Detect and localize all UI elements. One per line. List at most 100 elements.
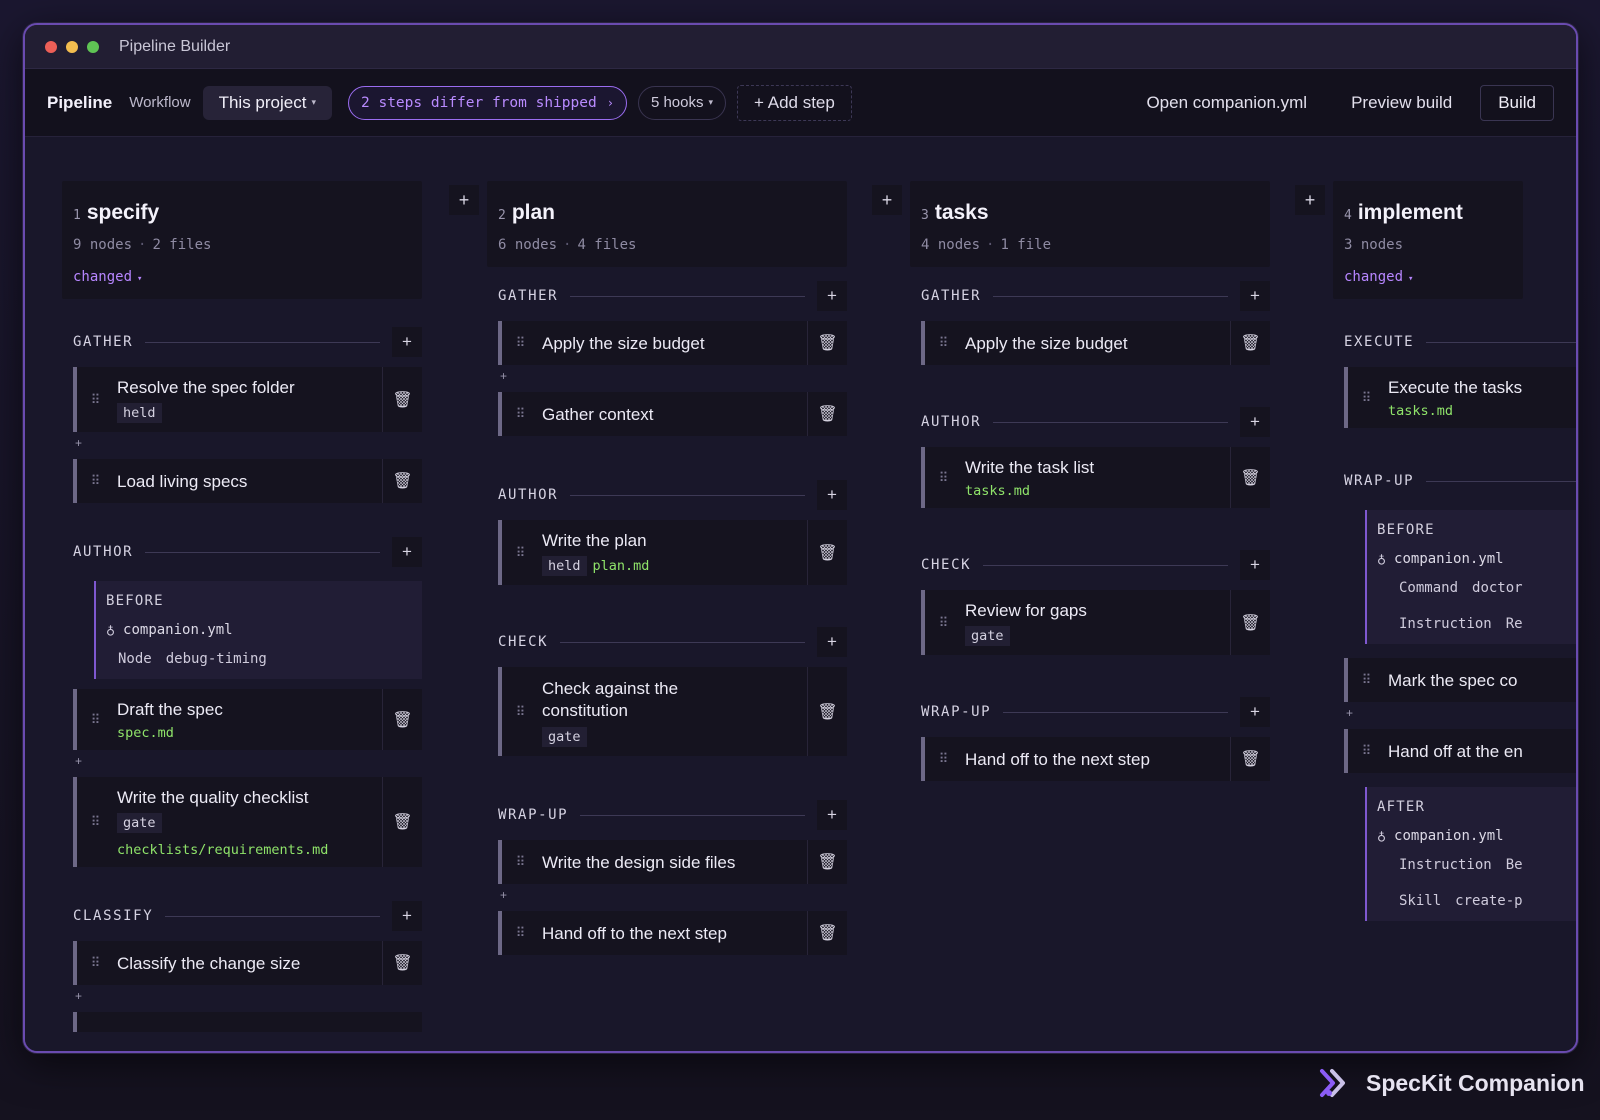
drag-handle-icon[interactable]: ⠿: [502, 335, 538, 351]
add-node-button[interactable]: +: [1240, 281, 1270, 311]
open-companion-button[interactable]: Open companion.yml: [1146, 93, 1307, 113]
node-title: Hand off at the en: [1388, 742, 1523, 761]
node-card[interactable]: ⠿ Gather context 🗑: [498, 392, 847, 436]
drag-handle-icon[interactable]: ⠿: [77, 712, 113, 728]
scope-select[interactable]: This project ▾: [202, 85, 332, 120]
node-card[interactable]: ⠿ Load living specs 🗑: [73, 459, 422, 503]
trash-icon[interactable]: 🗑: [807, 392, 847, 436]
node-title: Resolve the spec folder: [117, 378, 295, 397]
node-card[interactable]: ⠿ Review for gaps gate 🗑: [921, 590, 1270, 655]
hook-before[interactable]: BEFORE ♁ companion.yml Command doctor Inst…: [1365, 510, 1576, 644]
node-card[interactable]: ⠿ Resolve the spec folder held 🗑: [73, 367, 422, 432]
node-card[interactable]: ⠿ Hand off to the next step 🗑: [921, 737, 1270, 781]
trash-icon[interactable]: 🗑: [1230, 447, 1270, 508]
preview-build-button[interactable]: Preview build: [1351, 93, 1452, 113]
trash-icon[interactable]: 🗑: [807, 520, 847, 585]
add-node-button[interactable]: +: [392, 901, 422, 931]
step-number: 1: [73, 208, 81, 223]
step-header[interactable]: 2 plan 6 nodes · 4 files: [487, 181, 847, 267]
changed-badge[interactable]: changed ▾: [1344, 269, 1512, 285]
add-node-button[interactable]: +: [1240, 550, 1270, 580]
drag-handle-icon[interactable]: ⠿: [925, 335, 961, 351]
node-card[interactable]: ⠿ Hand off at the en: [1344, 729, 1576, 773]
build-button[interactable]: Build: [1480, 84, 1554, 121]
hook-before[interactable]: BEFORE ♁ companion.yml Node debug-timing: [94, 581, 422, 679]
trash-icon[interactable]: 🗑: [1230, 590, 1270, 655]
node-card[interactable]: ⠿ Write the design side files 🗑: [498, 840, 847, 884]
node-card[interactable]: ⠿ Apply the size budget 🗑: [921, 321, 1270, 365]
group-label: WRAP-UP: [498, 807, 569, 823]
add-step-button[interactable]: + Add step: [737, 84, 852, 121]
drag-handle-icon[interactable]: ⠿: [77, 814, 113, 830]
add-node-button[interactable]: +: [1240, 407, 1270, 437]
node-card[interactable]: ⠿ Execute the tasks tasks.md: [1344, 367, 1576, 428]
node-card[interactable]: [73, 1012, 422, 1032]
node-card[interactable]: ⠿ Apply the size budget 🗑: [498, 321, 847, 365]
maximize-window-button[interactable]: [87, 40, 99, 53]
step-header[interactable]: 4 implement 3 nodes changed ▾: [1333, 181, 1523, 299]
insert-step-button[interactable]: +: [872, 185, 902, 215]
add-node-button[interactable]: +: [392, 327, 422, 357]
insert-node-button[interactable]: +: [75, 990, 422, 1002]
node-card[interactable]: ⠿ Write the plan held plan.md 🗑: [498, 520, 847, 585]
group-label: AUTHOR: [921, 414, 982, 430]
diff-badge[interactable]: 2 steps differ from shipped ›: [348, 85, 627, 120]
trash-icon[interactable]: 🗑: [807, 840, 847, 884]
insert-node-button[interactable]: +: [500, 370, 847, 382]
drag-handle-icon[interactable]: ⠿: [502, 406, 538, 422]
insert-node-button[interactable]: +: [1346, 707, 1576, 719]
node-card[interactable]: ⠿ Write the quality checklist gate check…: [73, 777, 422, 867]
drag-handle-icon[interactable]: ⠿: [1348, 672, 1384, 688]
trash-icon[interactable]: 🗑: [382, 367, 422, 432]
drag-handle-icon[interactable]: ⠿: [1348, 390, 1384, 406]
add-node-button[interactable]: +: [817, 480, 847, 510]
add-node-button[interactable]: +: [1240, 697, 1270, 727]
hook-value: debug-timing: [165, 651, 267, 667]
node-card[interactable]: ⠿ Classify the change size 🗑: [73, 941, 422, 985]
node-card[interactable]: ⠿ Mark the spec co: [1344, 658, 1576, 702]
step-header[interactable]: 1 specify 9 nodes · 2 files changed ▾: [62, 181, 422, 299]
drag-handle-icon[interactable]: ⠿: [925, 470, 961, 486]
insert-node-button[interactable]: +: [75, 437, 422, 449]
drag-handle-icon[interactable]: ⠿: [502, 704, 538, 720]
group-label: CHECK: [498, 634, 549, 650]
drag-handle-icon[interactable]: ⠿: [77, 392, 113, 408]
hook-value: create-p: [1455, 893, 1523, 909]
trash-icon[interactable]: 🗑: [1230, 321, 1270, 365]
hook-after[interactable]: AFTER ♁ companion.yml Instruction Be Skill…: [1365, 787, 1576, 921]
insert-step-button[interactable]: +: [1295, 185, 1325, 215]
drag-handle-icon[interactable]: ⠿: [502, 545, 538, 561]
drag-handle-icon[interactable]: ⠿: [925, 751, 961, 767]
trash-icon[interactable]: 🗑: [382, 941, 422, 985]
add-node-button[interactable]: +: [817, 800, 847, 830]
minimize-window-button[interactable]: [66, 40, 78, 53]
trash-icon[interactable]: 🗑: [382, 459, 422, 503]
close-window-button[interactable]: [45, 40, 57, 53]
drag-handle-icon[interactable]: ⠿: [1348, 743, 1384, 759]
node-card[interactable]: ⠿ Draft the spec spec.md 🗑: [73, 689, 422, 750]
hooks-button[interactable]: 5 hooks ▾: [637, 85, 727, 120]
drag-handle-icon[interactable]: ⠿: [77, 955, 113, 971]
drag-handle-icon[interactable]: ⠿: [502, 925, 538, 941]
insert-node-button[interactable]: +: [500, 889, 847, 901]
drag-handle-icon[interactable]: ⠿: [502, 854, 538, 870]
trash-icon[interactable]: 🗑: [807, 667, 847, 756]
changed-badge[interactable]: changed ▾: [73, 269, 411, 285]
insert-node-button[interactable]: +: [75, 755, 422, 767]
node-card[interactable]: ⠿ Check against the constitution gate 🗑: [498, 667, 847, 756]
trash-icon[interactable]: 🗑: [1230, 737, 1270, 781]
trash-icon[interactable]: 🗑: [807, 321, 847, 365]
tab-workflow[interactable]: Workflow: [129, 94, 190, 111]
insert-step-button[interactable]: +: [449, 185, 479, 215]
add-node-button[interactable]: +: [817, 281, 847, 311]
drag-handle-icon[interactable]: ⠿: [925, 615, 961, 631]
trash-icon[interactable]: 🗑: [807, 911, 847, 955]
node-card[interactable]: ⠿ Hand off to the next step 🗑: [498, 911, 847, 955]
node-card[interactable]: ⠿ Write the task list tasks.md 🗑: [921, 447, 1270, 508]
trash-icon[interactable]: 🗑: [382, 689, 422, 750]
add-node-button[interactable]: +: [817, 627, 847, 657]
trash-icon[interactable]: 🗑: [382, 777, 422, 867]
step-header[interactable]: 3 tasks 4 nodes · 1 file: [910, 181, 1270, 267]
drag-handle-icon[interactable]: ⠿: [77, 473, 113, 489]
add-node-button[interactable]: +: [392, 537, 422, 567]
